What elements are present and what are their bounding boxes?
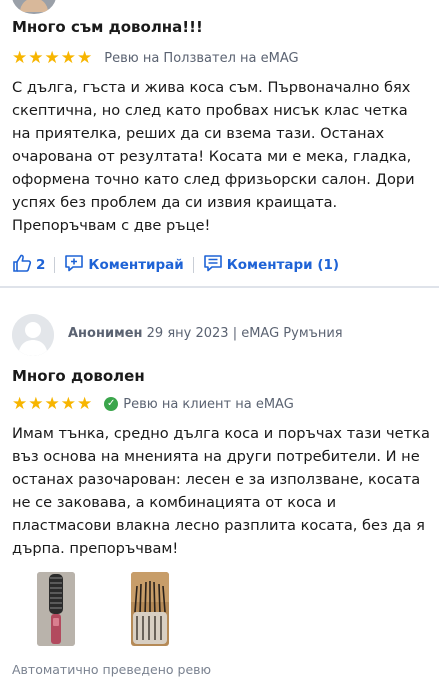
- comment-plus-icon: [64, 254, 84, 276]
- thumbs-up-icon: [12, 254, 32, 276]
- star-icon: ★: [28, 48, 44, 68]
- review-body: Имам тънка, средно дълга коса и поръчах …: [12, 425, 430, 557]
- star-icon: ★: [60, 394, 76, 414]
- avatar: [12, 314, 54, 356]
- review-date: 29 яну 2023: [146, 326, 229, 341]
- rating-row: ★ ★ ★ ★ ★ Ревю на Ползвател на eMAG: [12, 48, 299, 68]
- review-card: Анонимен 29 яну 2023 | eMAG Румъния Мног…: [0, 288, 439, 699]
- auto-translated-note: Автоматично преведено ревю: [12, 662, 212, 677]
- star-icon: ★: [77, 48, 93, 68]
- action-divider: [54, 257, 56, 273]
- comments-label: Коментари (1): [226, 257, 340, 273]
- meta-separator: |: [232, 326, 238, 341]
- user-avatar-icon: [12, 314, 54, 356]
- comments-link[interactable]: Коментари (1): [203, 254, 339, 276]
- review-source: eMAG Румъния: [241, 326, 343, 341]
- review-photo[interactable]: [131, 572, 169, 646]
- review-meta: Анонимен 29 яну 2023 | eMAG Румъния: [68, 326, 343, 341]
- review-actions: 2 Коментирай Коментари (1): [12, 254, 339, 276]
- star-icon: ★: [44, 48, 60, 68]
- review-body: С дълга, гъста и жива коса съм. Първонач…: [12, 79, 415, 234]
- star-icon: ★: [12, 394, 28, 414]
- author-name: Анонимен: [68, 326, 143, 341]
- like-button[interactable]: 2: [12, 254, 45, 276]
- avatar: [12, 0, 56, 14]
- bristles-photo-image: [131, 572, 169, 646]
- like-count: 2: [36, 257, 46, 273]
- star-icon: ★: [12, 48, 28, 68]
- star-icon: ★: [28, 394, 44, 414]
- star-rating: ★ ★ ★ ★ ★: [12, 48, 92, 68]
- review-type-label: Ревю на клиент на eMAG: [123, 396, 294, 412]
- rating-row: ★ ★ ★ ★ ★ ✓ Ревю на клиент на eMAG: [12, 394, 294, 414]
- star-icon: ★: [44, 394, 60, 414]
- action-divider: [192, 257, 194, 273]
- review-card: Много съм доволна!!! ★ ★ ★ ★ ★ Ревю на П…: [0, 0, 439, 288]
- review-title: Много съм доволна!!!: [12, 18, 203, 36]
- star-icon: ★: [77, 394, 93, 414]
- star-rating: ★ ★ ★ ★ ★: [12, 394, 92, 414]
- comments-list-icon: [203, 254, 223, 276]
- check-circle-icon: ✓: [104, 397, 119, 411]
- review-title: Много доволен: [12, 367, 145, 385]
- comment-label: Коментирай: [88, 257, 184, 273]
- review-photo[interactable]: [37, 572, 75, 646]
- comment-button[interactable]: Коментирай: [64, 254, 184, 276]
- review-type-label: Ревю на Ползвател на eMAG: [104, 50, 299, 66]
- brush-photo-image: [37, 572, 75, 646]
- star-icon: ★: [60, 48, 76, 68]
